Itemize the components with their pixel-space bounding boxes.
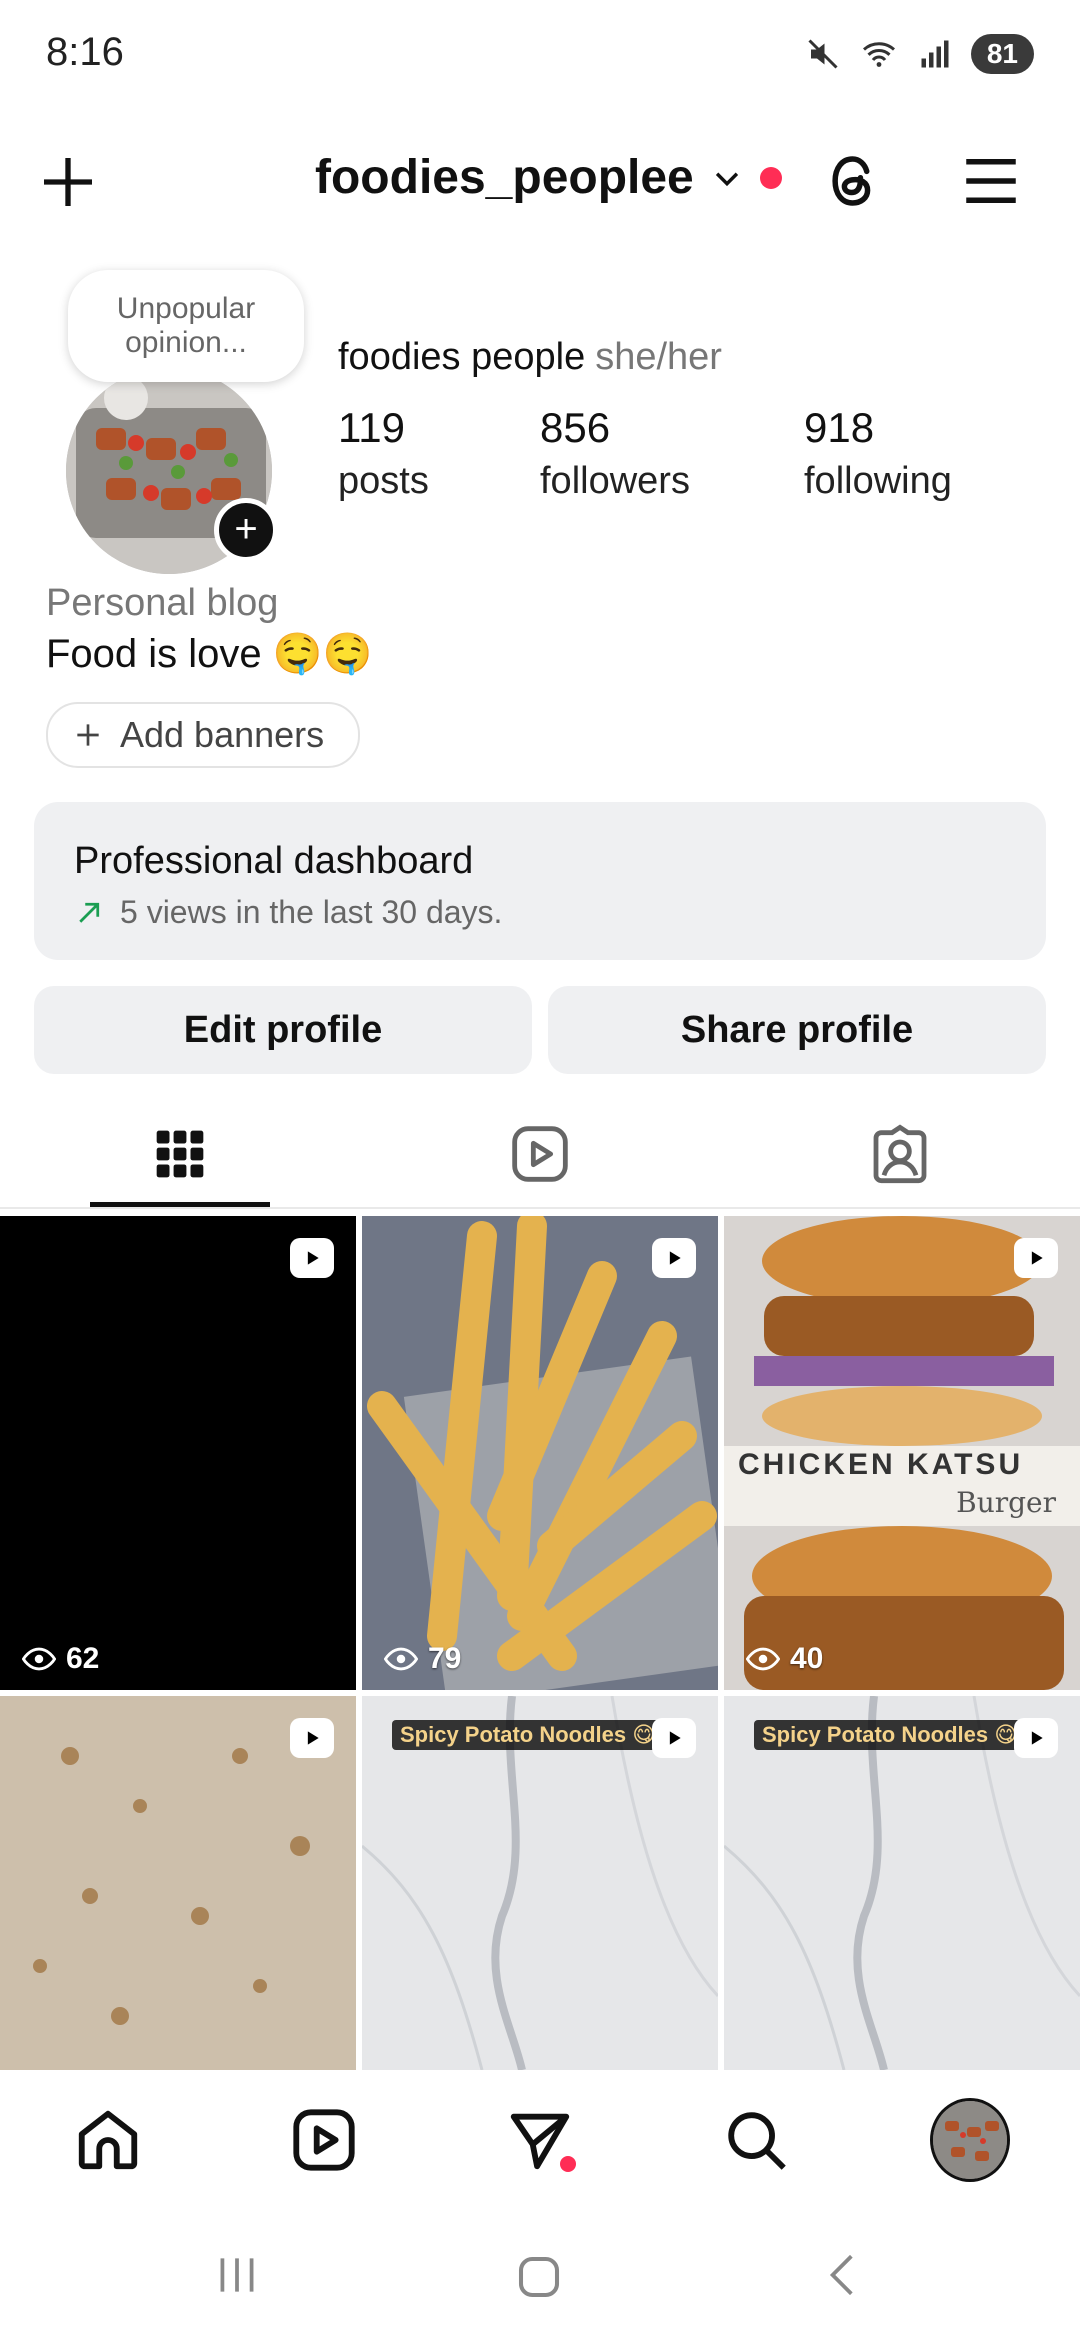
eye-icon	[746, 1647, 780, 1671]
stat-followers[interactable]: 856 followers	[540, 404, 690, 503]
play-icon	[307, 1731, 319, 1745]
stat-value: 918	[804, 404, 875, 451]
display-name-text: foodies people	[338, 336, 586, 378]
status-icons: 81	[805, 34, 1034, 74]
reels-icon	[512, 1126, 568, 1182]
menu-button[interactable]	[958, 148, 1024, 214]
view-count: 40	[746, 1642, 823, 1676]
chevron-down-icon	[715, 172, 738, 186]
home-icon	[78, 2110, 138, 2170]
play-icon	[1031, 1251, 1043, 1265]
notification-dot	[759, 166, 782, 189]
bottom-nav	[0, 2070, 1080, 2210]
dashboard-title: Professional dashboard	[74, 840, 474, 882]
view-count-text: 79	[428, 1642, 462, 1675]
mute-icon	[808, 39, 838, 69]
trend-arrow-icon	[79, 902, 100, 923]
stat-label: posts	[338, 460, 429, 502]
nav-reels[interactable]	[284, 2100, 364, 2180]
add-banners-label: Add banners	[120, 714, 325, 755]
katsu-title: CHICKEN KATSU	[738, 1448, 1024, 1481]
view-count: 79	[384, 1642, 461, 1676]
view-count: 62	[22, 1642, 99, 1676]
dashboard-subtitle-text: 5 views in the last 30 days.	[120, 894, 503, 930]
professional-dashboard[interactable]: Professional dashboard 5 views in the la…	[34, 802, 1046, 960]
create-button[interactable]	[36, 150, 100, 214]
wifi-icon	[862, 42, 895, 67]
grid-icon	[156, 1130, 204, 1178]
play-icon	[669, 1731, 681, 1745]
view-count-text: 40	[790, 1642, 824, 1675]
grid-post-5[interactable]: Spicy Potato Noodles 😋	[362, 1696, 718, 2070]
plus-icon	[44, 158, 92, 206]
bio-text: Food is love 🤤🤤	[46, 632, 373, 676]
home-system-icon[interactable]	[512, 2250, 566, 2304]
battery-level: 81	[970, 34, 1034, 74]
tab-divider	[0, 1207, 1080, 1209]
plus-icon	[77, 724, 99, 746]
reel-badge	[290, 1718, 334, 1758]
fries-image	[362, 1216, 718, 1690]
reel-badge	[1014, 1238, 1058, 1278]
recent-apps-icon[interactable]	[212, 2250, 262, 2300]
stat-value: 119	[338, 404, 405, 451]
nav-home[interactable]	[68, 2100, 148, 2180]
grid-post-2[interactable]: 79	[362, 1216, 718, 1690]
dashboard-subtitle: 5 views in the last 30 days.	[74, 894, 502, 931]
tab-grid[interactable]	[0, 1104, 360, 1204]
pronouns: she/her	[595, 336, 722, 378]
back-icon[interactable]	[818, 2250, 868, 2300]
play-icon	[1031, 1731, 1043, 1745]
eye-icon	[384, 1647, 418, 1671]
threads-button[interactable]	[820, 148, 886, 214]
avatar-food-image	[933, 2101, 1007, 2179]
bio-category: Personal blog	[46, 582, 279, 624]
tab-tagged[interactable]	[720, 1104, 1080, 1204]
katsu-subtitle: Burger	[956, 1486, 1056, 1519]
username: foodies_peoplee	[315, 151, 694, 204]
display-name: foodies people she/her	[338, 336, 722, 379]
stat-value: 856	[540, 404, 611, 451]
share-profile-button[interactable]: Share profile	[548, 986, 1046, 1074]
reel-badge	[652, 1238, 696, 1278]
play-icon	[307, 1251, 319, 1265]
thumb-caption: Spicy Potato Noodles 😋	[392, 1720, 664, 1750]
notification-dot	[560, 2156, 576, 2172]
threads-icon	[832, 156, 871, 206]
nav-direct[interactable]	[500, 2100, 580, 2180]
search-icon	[728, 2112, 786, 2170]
add-story-button[interactable]: +	[214, 498, 278, 562]
system-nav-bar	[0, 2210, 1080, 2340]
play-icon	[669, 1251, 681, 1265]
stat-label: following	[804, 460, 952, 502]
stat-following[interactable]: 918 following	[804, 404, 952, 503]
view-count-text: 62	[66, 1642, 100, 1675]
stat-posts[interactable]: 119 posts	[338, 404, 429, 503]
tab-reels[interactable]	[360, 1104, 720, 1204]
reels-icon	[293, 2109, 355, 2171]
stat-label: followers	[540, 460, 690, 502]
grid-post-4[interactable]	[0, 1696, 356, 2070]
edit-profile-button[interactable]: Edit profile	[34, 986, 532, 1074]
account-switcher[interactable]: foodies_peoplee	[315, 150, 782, 205]
grid-post-3[interactable]: CHICKEN KATSU Burger 40	[724, 1216, 1080, 1690]
signal-icon	[921, 40, 949, 68]
reel-badge	[1014, 1718, 1058, 1758]
nav-search[interactable]	[716, 2100, 796, 2180]
profile-avatar-small	[930, 2098, 1010, 2182]
note-bubble[interactable]: Unpopular opinion...	[68, 270, 304, 382]
reel-badge	[652, 1718, 696, 1758]
hamburger-menu-icon	[966, 159, 1016, 203]
reel-badge	[290, 1238, 334, 1278]
grid-post-1[interactable]: 62	[0, 1216, 356, 1690]
tagged-icon	[873, 1124, 927, 1184]
status-time: 8:16	[46, 30, 124, 74]
grid-post-6[interactable]: Spicy Potato Noodles 😋	[724, 1696, 1080, 2070]
thumb-caption: Spicy Potato Noodles 😋	[754, 1720, 1026, 1750]
nav-profile[interactable]	[930, 2098, 1010, 2182]
eye-icon	[22, 1647, 56, 1671]
add-banners-button[interactable]: Add banners	[46, 702, 361, 768]
